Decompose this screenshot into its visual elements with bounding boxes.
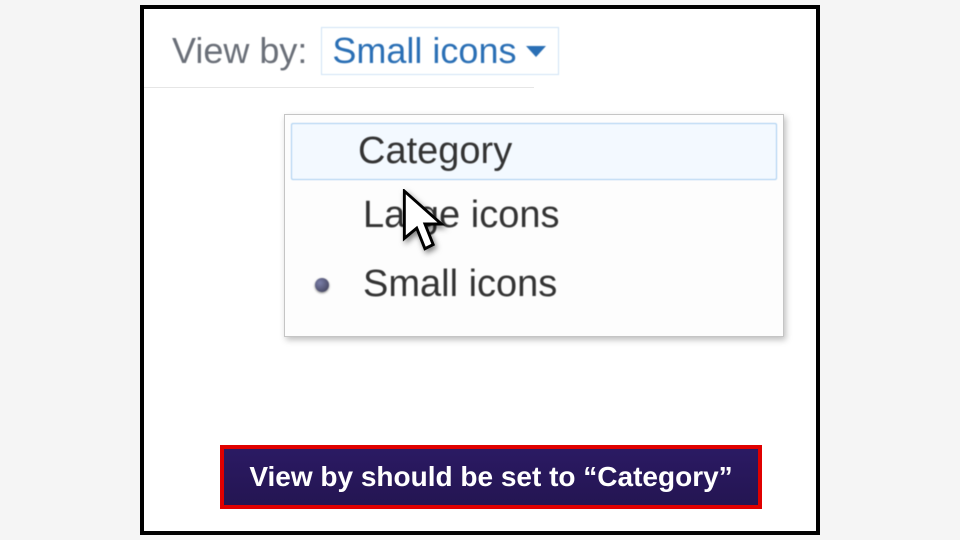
view-by-selected-value: Small icons xyxy=(332,30,516,72)
chevron-down-icon xyxy=(526,44,546,58)
menu-item-label: Small icons xyxy=(363,263,557,306)
instruction-caption: View by should be set to “Category” xyxy=(220,445,762,509)
menu-item-small-icons[interactable]: Small icons xyxy=(293,253,775,316)
caption-text: View by should be set to “Category” xyxy=(249,461,732,492)
menu-item-large-icons[interactable]: Large icons xyxy=(293,184,775,247)
menu-item-category[interactable]: Category xyxy=(291,123,777,180)
view-by-label: View by: xyxy=(172,30,307,72)
menu-item-label: Large icons xyxy=(363,194,559,237)
divider xyxy=(144,87,534,88)
menu-item-label: Category xyxy=(358,130,512,173)
selected-bullet-icon xyxy=(315,278,329,292)
view-by-menu: Category Large icons Small icons xyxy=(284,114,784,337)
annotated-screenshot-frame: View by: Small icons Category Large icon… xyxy=(140,5,820,535)
view-by-row: View by: Small icons xyxy=(172,27,788,75)
view-by-dropdown[interactable]: Small icons xyxy=(321,27,559,75)
